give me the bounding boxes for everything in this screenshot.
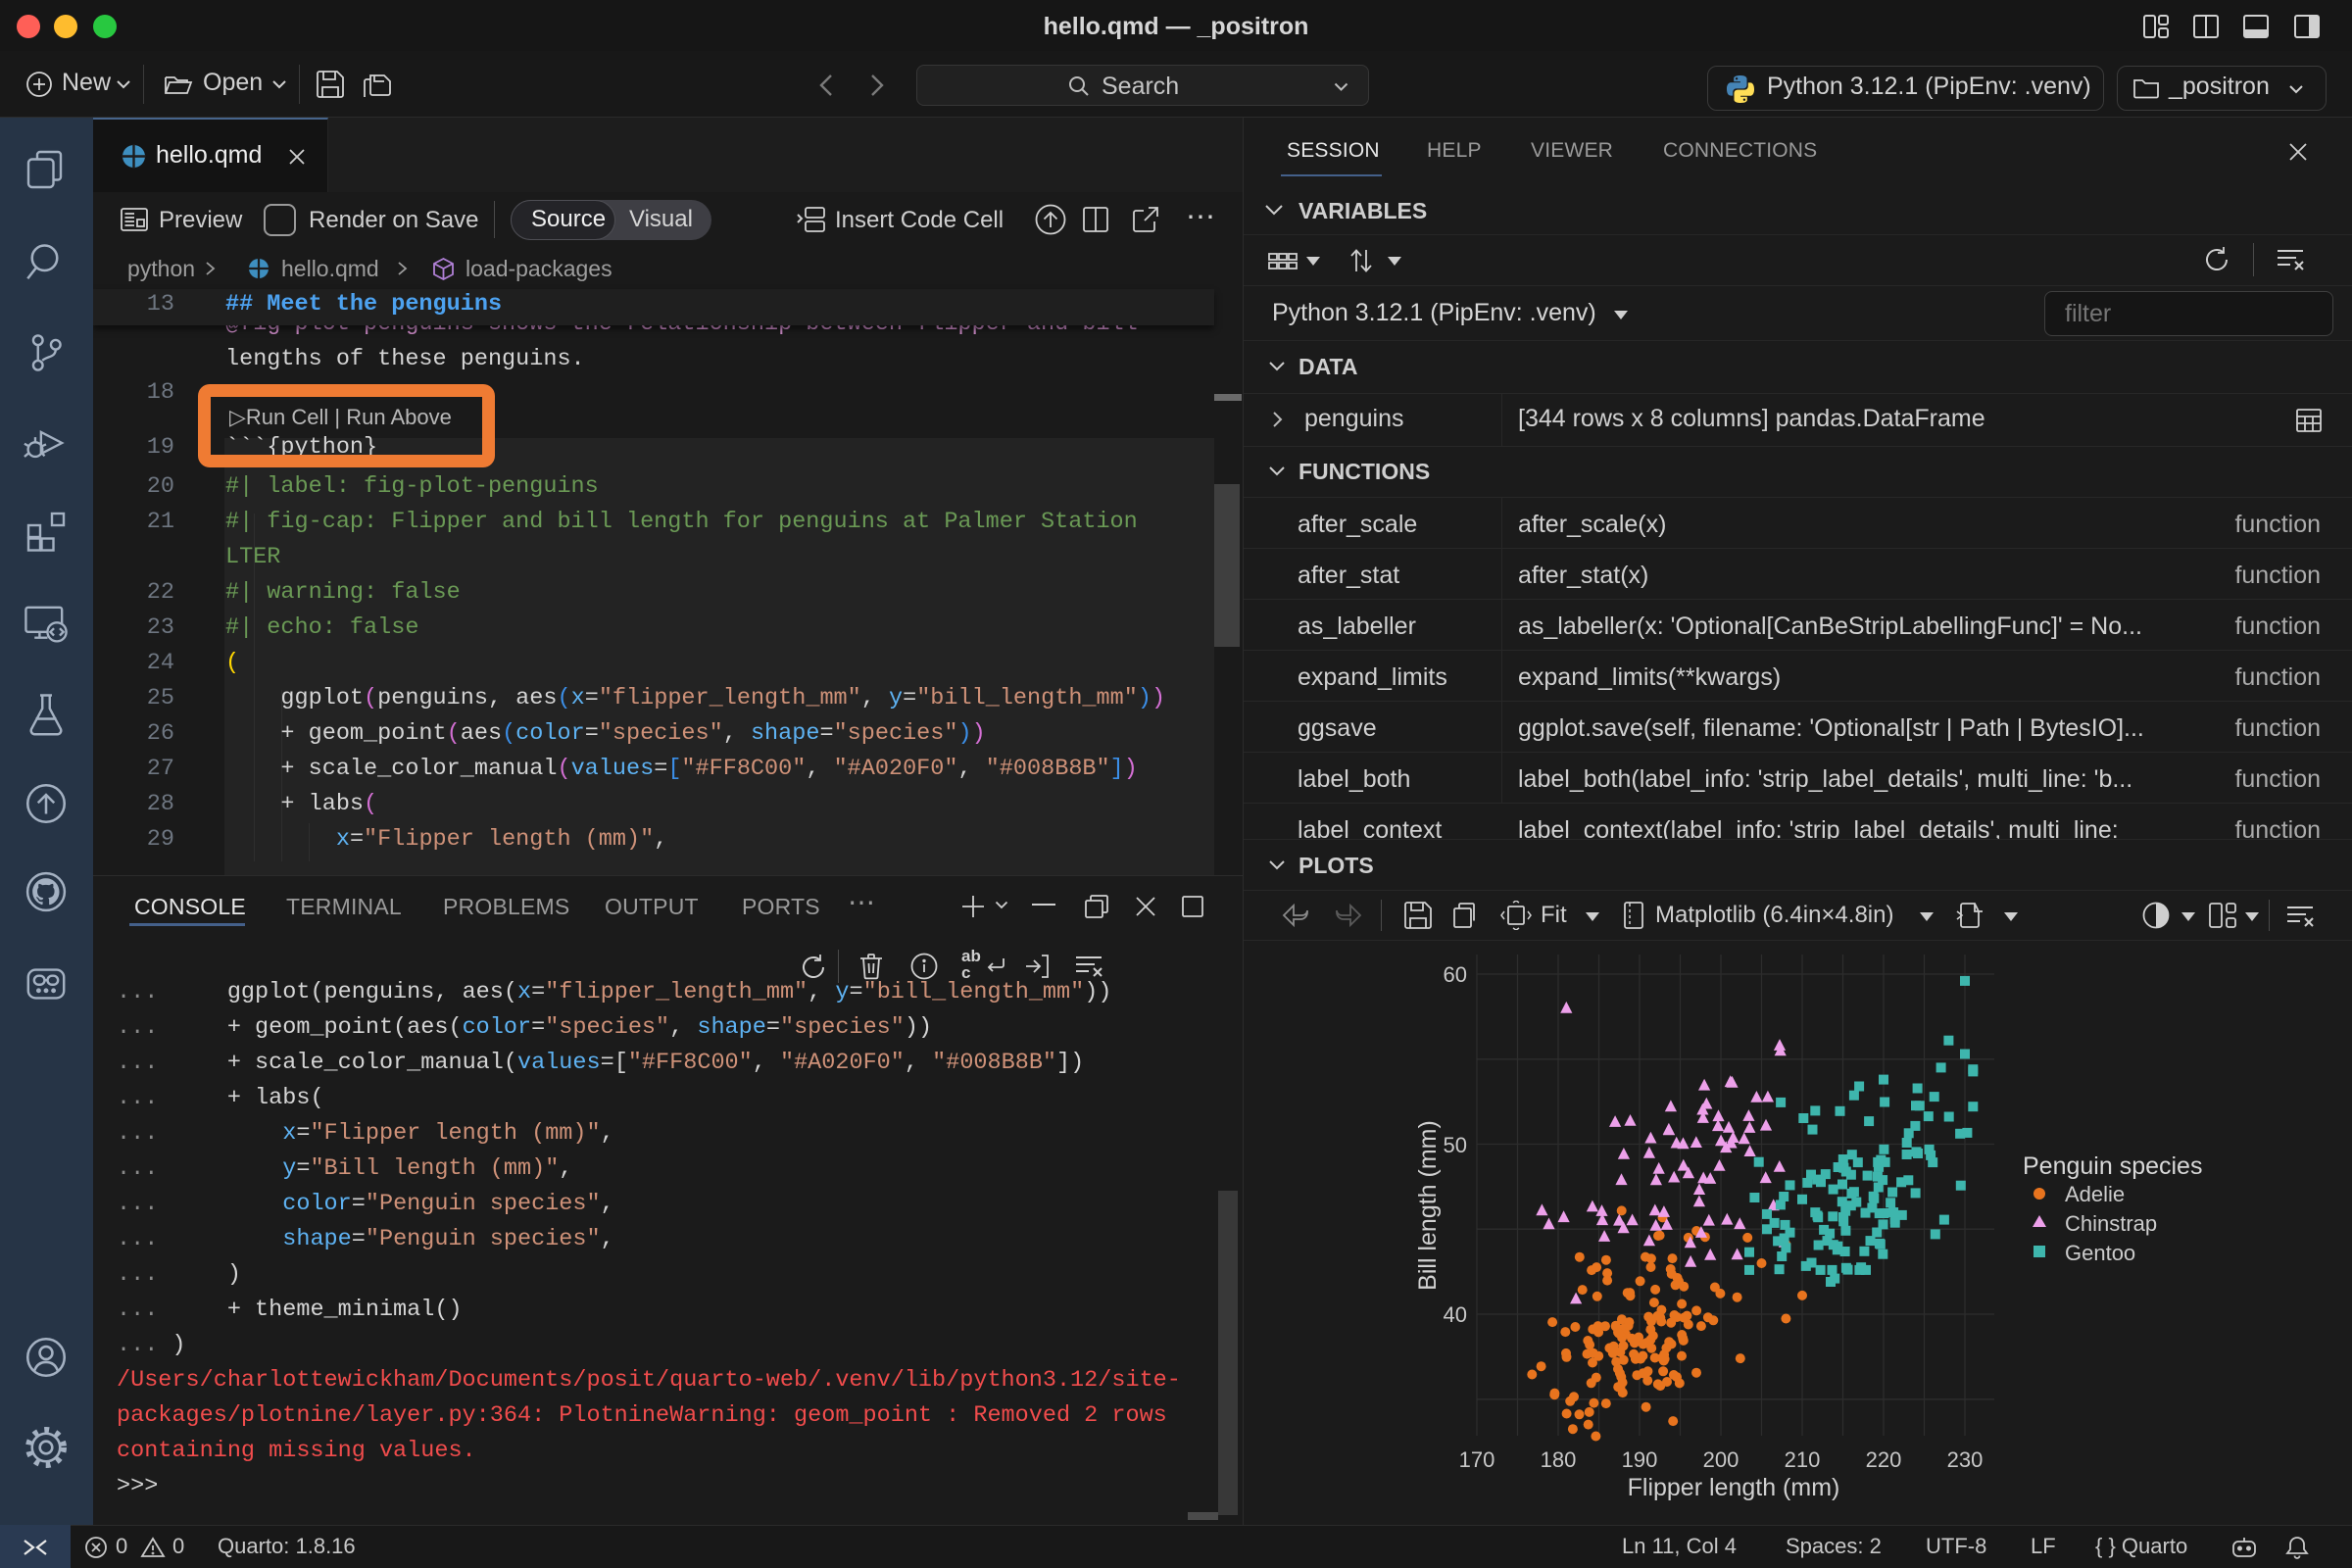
svg-text:Gentoo: Gentoo [2065, 1241, 2135, 1265]
svg-text:50: 50 [1444, 1133, 1467, 1157]
svg-text:190: 190 [1622, 1447, 1658, 1472]
svg-text:60: 60 [1444, 962, 1467, 987]
svg-text:220: 220 [1866, 1447, 1902, 1472]
svg-text:Flipper length (mm): Flipper length (mm) [1628, 1474, 1840, 1501]
svg-text:230: 230 [1947, 1447, 1984, 1472]
svg-text:Adelie: Adelie [2065, 1182, 2125, 1206]
svg-text:210: 210 [1785, 1447, 1821, 1472]
svg-text:40: 40 [1444, 1302, 1467, 1327]
svg-text:170: 170 [1459, 1447, 1495, 1472]
svg-text:180: 180 [1541, 1447, 1577, 1472]
svg-text:200: 200 [1703, 1447, 1740, 1472]
svg-text:Chinstrap: Chinstrap [2065, 1211, 2157, 1236]
svg-text:Penguin species: Penguin species [2023, 1152, 2202, 1180]
svg-text:Bill length (mm): Bill length (mm) [1414, 1120, 1442, 1291]
